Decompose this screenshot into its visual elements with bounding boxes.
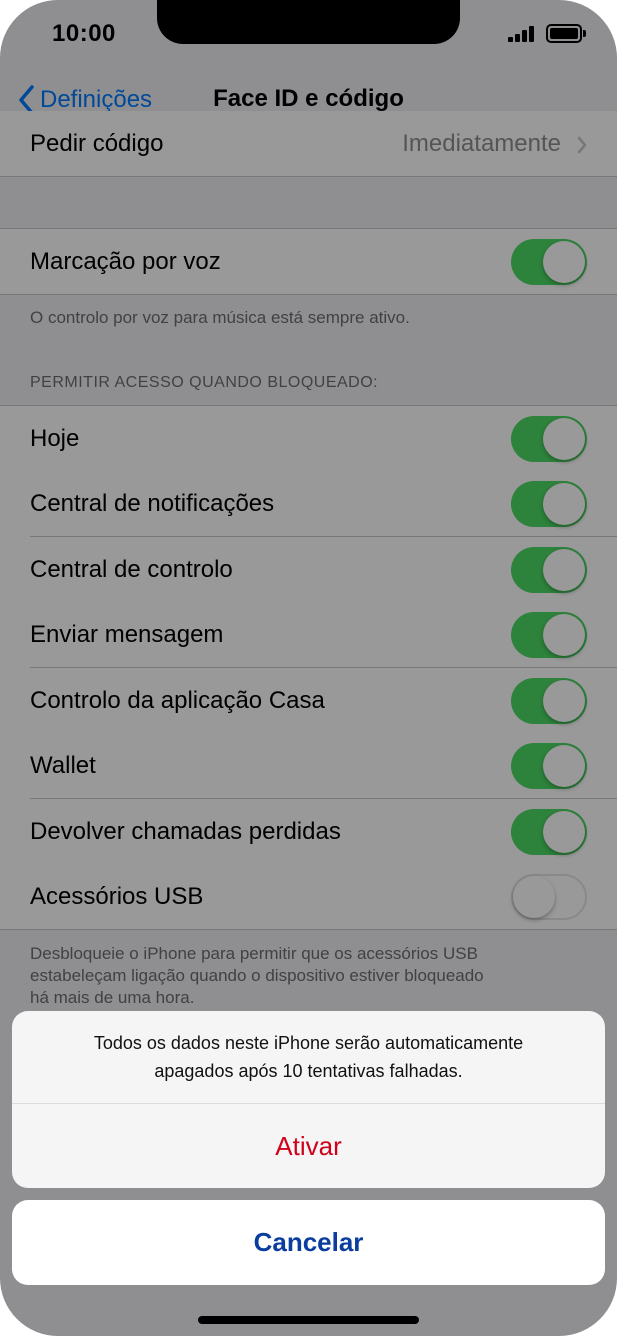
cancel-button[interactable]: Cancelar — [12, 1200, 605, 1285]
action-sheet: Todos os dados neste iPhone serão automa… — [12, 1011, 605, 1188]
home-indicator[interactable] — [198, 1316, 419, 1324]
message-line: apagados após 10 tentativas falhadas. — [154, 1061, 463, 1081]
phone-screen: 10:00 Definições Face ID e código Pedir … — [0, 0, 617, 1336]
message-line: Todos os dados neste iPhone serão automa… — [93, 1033, 524, 1053]
activate-button[interactable]: Ativar — [12, 1104, 605, 1188]
action-sheet-message: Todos os dados neste iPhone serão automa… — [12, 1011, 605, 1103]
